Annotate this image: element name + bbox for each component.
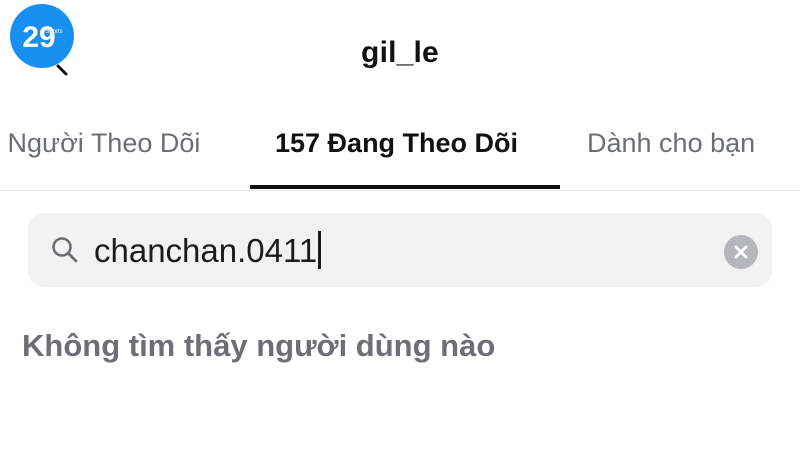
search-input[interactable]: chanchan.0411 <box>94 231 322 270</box>
tab-suggested-for-you[interactable]: Dành cho bạn <box>587 128 755 159</box>
text-caret <box>318 231 322 269</box>
clear-icon <box>733 244 749 260</box>
search-icon <box>50 235 80 265</box>
profile-username-title: gil_le <box>361 36 439 69</box>
active-tab-indicator <box>250 185 560 189</box>
search-bar[interactable]: chanchan.0411 <box>28 213 772 287</box>
tab-following[interactable]: 157 Đang Theo Dõi <box>275 128 518 159</box>
logo-subtext: Sports <box>45 29 62 35</box>
tab-followers[interactable]: K Người Theo Dõi <box>0 128 200 159</box>
tab-bar: K Người Theo Dõi 157 Đang Theo Dõi Dành … <box>0 110 800 191</box>
search-input-value: chanchan.0411 <box>94 232 318 269</box>
no-results-message: Không tìm thấy người dùng nào <box>22 328 496 363</box>
clear-search-button[interactable] <box>724 235 758 269</box>
